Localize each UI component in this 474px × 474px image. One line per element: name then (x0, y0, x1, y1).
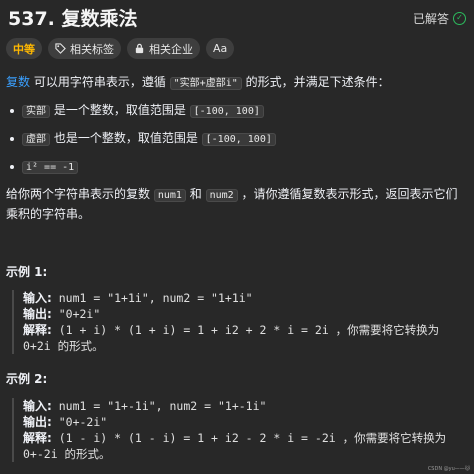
problem-header: 537. 复数乘法 已解答 ✓ (8, 4, 466, 30)
example-1-title: 示例 1: (6, 265, 48, 279)
task-text-a: 给你两个字符串表示的复数 (6, 187, 154, 201)
output-value: "0+-2i" (51, 415, 108, 429)
bullet1-text: 是一个整数，取值范围是 (50, 103, 190, 117)
example-2-title: 示例 2: (6, 372, 48, 386)
watermark: CSDN @yu——🐱 (427, 466, 470, 472)
tag-icon (55, 43, 66, 54)
imag-part-code: 虚部 (22, 133, 50, 146)
example-2-block: 输入: num1 = "1+-1i", num2 = "1+-1i" 输出: "… (12, 398, 466, 462)
problem-description: 复数 可以用字符串表示，遵循 "实部+虚部i" 的形式，并满足下述条件： 实部 … (6, 73, 466, 224)
input-label: 输入: (23, 291, 52, 305)
solved-label: 已解答 (412, 12, 449, 26)
example-1-block: 输入: num1 = "1+1i", num2 = "1+1i" 输出: "0+… (12, 290, 466, 354)
complex-number-link[interactable]: 复数 (6, 75, 30, 89)
num1-code: num1 (153, 189, 186, 202)
real-range-code: [-100, 100] (189, 105, 264, 118)
problem-title: 537. 复数乘法 (8, 8, 138, 30)
output-label: 输出: (23, 307, 52, 321)
explain-label: 解释: (23, 431, 52, 445)
real-part-code: 实部 (22, 105, 50, 118)
list-item: i² == -1 (6, 157, 466, 177)
font-size-button[interactable]: Aa (206, 38, 235, 59)
related-companies-button[interactable]: 相关企业 (127, 38, 200, 59)
solved-status: 已解答 ✓ (413, 10, 466, 27)
list-item: 虚部 也是一个整数，取值范围是 [-100, 100] (6, 129, 466, 149)
related-tags-label: 相关标签 (70, 42, 114, 56)
output-label: 输出: (23, 415, 52, 429)
task-text-and: 和 (185, 187, 206, 201)
difficulty-badge[interactable]: 中等 (6, 38, 42, 59)
input-value: num1 = "1+1i", num2 = "1+1i" (51, 291, 253, 305)
condition-list: 实部 是一个整数，取值范围是 [-100, 100] 虚部 也是一个整数，取值范… (6, 101, 466, 177)
tag-row: 中等 相关标签 相关企业 Aa (6, 38, 235, 59)
num2-code: num2 (205, 189, 238, 202)
intro-text-a: 可以用字符串表示，遵循 (30, 75, 170, 89)
input-label: 输入: (23, 399, 52, 413)
check-circle-icon: ✓ (453, 12, 466, 25)
bullet2-text: 也是一个整数，取值范围是 (50, 131, 202, 145)
format-code: "实部+虚部i" (169, 77, 242, 90)
related-tags-button[interactable]: 相关标签 (48, 38, 121, 59)
intro-text-b: 的形式，并满足下述条件： (241, 75, 390, 89)
list-item: 实部 是一个整数，取值范围是 [-100, 100] (6, 101, 466, 121)
imag-range-code: [-100, 100] (201, 133, 276, 146)
related-companies-label: 相关企业 (149, 42, 193, 56)
explain-value: (1 + i) * (1 + i) = 1 + i2 + 2 * i = 2i … (23, 323, 440, 353)
i-squared-code: i² == -1 (22, 161, 79, 174)
input-value: num1 = "1+-1i", num2 = "1+-1i" (51, 399, 267, 413)
explain-value: (1 - i) * (1 - i) = 1 + i2 - 2 * i = -2i… (23, 431, 447, 461)
task-paragraph: 给你两个字符串表示的复数 num1 和 num2 ，请你遵循复数表示形式，返回表… (6, 185, 466, 224)
intro-paragraph: 复数 可以用字符串表示，遵循 "实部+虚部i" 的形式，并满足下述条件： (6, 73, 466, 93)
lock-icon (135, 43, 144, 54)
output-value: "0+2i" (51, 307, 101, 321)
explain-label: 解释: (23, 323, 52, 337)
